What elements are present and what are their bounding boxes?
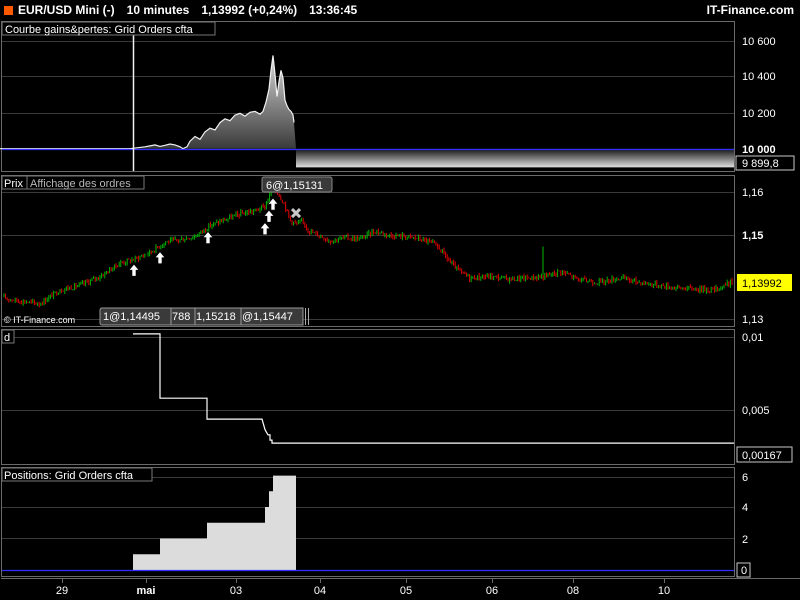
- watermark: © IT-Finance.com: [4, 315, 75, 325]
- order-label-1: 1@1,14495: [103, 311, 160, 323]
- last-price-tag-value: 1,13992: [742, 278, 782, 290]
- equity-tick-10200: 10 200: [742, 108, 776, 120]
- price-candles: [3, 187, 733, 308]
- buy-arrow-icon[interactable]: [154, 251, 166, 265]
- d-y-axis: 0,01 0,005: [742, 332, 770, 417]
- order-markers: [128, 197, 302, 277]
- price-title: Prix: [4, 178, 23, 190]
- orders-title: Affichage des ordres: [30, 178, 131, 190]
- price-tick-115: 1,15: [742, 230, 763, 242]
- order-label-3: 1,15218: [196, 311, 236, 323]
- equity-tick-10400: 10 400: [742, 71, 776, 83]
- price-tick-113: 1,13: [742, 314, 763, 326]
- x-tick-label: mai: [137, 585, 156, 597]
- positions-y-axis: 6 4 2: [742, 472, 748, 546]
- equity-gain-area: [0, 55, 734, 149]
- order-label-2: 788: [172, 311, 190, 323]
- buy-arrow-icon[interactable]: [259, 222, 271, 235]
- price-tick-116: 1,16: [742, 187, 763, 199]
- buy-arrow-icon[interactable]: [202, 231, 214, 244]
- equity-title: Courbe gains&pertes: Grid Orders cfta: [5, 24, 194, 36]
- equity-curve: [0, 55, 734, 168]
- buy-arrow-icon[interactable]: [263, 209, 275, 223]
- positions-tick-6: 6: [742, 472, 748, 484]
- x-tick-label: 08: [567, 585, 579, 597]
- positions-tick-4: 4: [742, 502, 748, 514]
- x-tick-label: 04: [314, 585, 326, 597]
- d-tick-001: 0,01: [742, 332, 763, 344]
- positions-title: Positions: Grid Orders cfta: [4, 470, 134, 482]
- equity-loss-area: [296, 148, 734, 168]
- d-last-value: 0,00167: [742, 450, 782, 462]
- chart-canvas[interactable]: 10 600 10 400 10 200 10 000 9 899,8 Cour…: [0, 0, 800, 600]
- x-tick-label: 06: [486, 585, 498, 597]
- d-series-line: [133, 333, 734, 444]
- positions-area: [133, 475, 296, 570]
- d-tick-0005: 0,005: [742, 405, 770, 417]
- equity-tick-10600: 10 600: [742, 36, 776, 48]
- price-y-axis: 1,16 1,15 1,13: [742, 187, 763, 326]
- equity-last-value: 9 899,8: [742, 158, 779, 170]
- top-order-label: 6@1,15131: [266, 180, 323, 192]
- positions-last-value: 0: [741, 565, 747, 577]
- grid-lines: [2, 41, 734, 539]
- equity-tick-10000: 10 000: [742, 144, 776, 156]
- x-tick-label: 29: [56, 585, 68, 597]
- order-label-4: @1,15447: [242, 311, 293, 323]
- equity-y-axis: 10 600 10 400 10 200 10 000: [742, 36, 776, 156]
- buy-arrow-icon[interactable]: [128, 263, 140, 277]
- exit-cross-icon[interactable]: [290, 208, 302, 219]
- x-tick-label: 05: [400, 585, 412, 597]
- panel-frames: [1, 21, 735, 577]
- positions-tick-2: 2: [742, 534, 748, 546]
- d-title: d: [4, 332, 10, 344]
- x-tick-label: 10: [658, 585, 670, 597]
- x-axis-labels: 29 mai 03 04 05 06 08 10: [56, 579, 670, 597]
- order-label-strip: 1@1,14495 788 1,15218 @1,15447: [99, 307, 309, 326]
- x-tick-label: 03: [230, 585, 242, 597]
